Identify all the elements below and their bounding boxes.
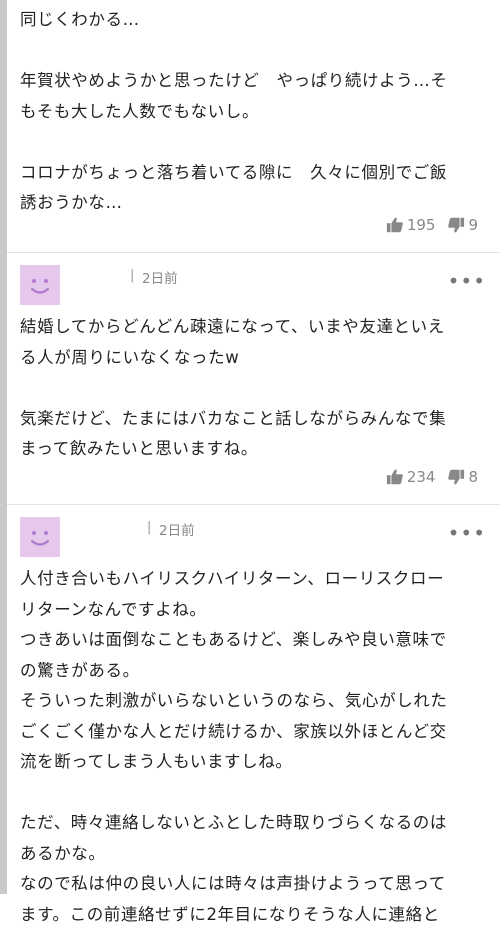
comment-1-body: 同じくわかる… 年賀状やめようかと思ったけど やっぱり続けよう…そ もそも大した… bbox=[20, 5, 492, 219]
avatar[interactable] bbox=[20, 517, 60, 557]
comment-line: 年賀状やめようかと思ったけど やっぱり続けよう…そ bbox=[20, 66, 492, 97]
comment-2-body: 結婚してからどんどん疎遠になって、いまや友達といえ る人が周りにいなくなったw … bbox=[20, 312, 492, 465]
like-button[interactable]: 195 bbox=[386, 216, 436, 234]
comment-line: の驚きがある。 bbox=[20, 656, 492, 687]
comment-line: コロナがちょっと落ち着いてる隙に 久々に個別でご飯 bbox=[20, 158, 492, 189]
thumbs-down-icon bbox=[447, 216, 465, 234]
comment-line: つきあいは面倒なこともあるけど、楽しみや良い意味で bbox=[20, 625, 492, 656]
comment-line: 人付き合いもハイリスクハイリターン、ローリスクロー bbox=[20, 564, 492, 595]
timestamp: 2日前 bbox=[142, 267, 178, 287]
timestamp: 2日前 bbox=[159, 519, 195, 539]
comment-line: あるかな。 bbox=[20, 839, 492, 870]
comment-meta: | 2日前 ••• bbox=[20, 517, 486, 557]
more-icon[interactable]: ••• bbox=[448, 269, 486, 293]
dislike-button[interactable]: 9 bbox=[447, 216, 478, 234]
thread-rail bbox=[0, 0, 7, 894]
comment-line: まって飲みたいと思いますね。 bbox=[20, 434, 492, 465]
comment-line: る人が周りにいなくなったw bbox=[20, 343, 492, 374]
comment-line: そういった刺激がいらないというのなら、気心がしれた bbox=[20, 686, 492, 717]
comment-line: もそも大した人数でもないし。 bbox=[20, 97, 492, 128]
comment-line: ただ、時々連絡しないとふとした時取りづらくなるのは bbox=[20, 808, 492, 839]
comment-line: 流を断ってしまう人もいますしね。 bbox=[20, 747, 492, 778]
like-button[interactable]: 234 bbox=[386, 468, 436, 486]
thumbs-down-icon bbox=[447, 468, 465, 486]
comment-3: | 2日前 ••• 人付き合いもハイリスクハイリターン、ローリスクロー リターン… bbox=[7, 505, 500, 894]
like-count: 195 bbox=[407, 216, 436, 234]
comment-feed: 同じくわかる… 年賀状やめようかと思ったけど やっぱり続けよう…そ もそも大した… bbox=[0, 0, 500, 894]
comment-line: なので私は仲の良い人には時々は声掛けようって思って bbox=[20, 869, 492, 900]
comment-line: 結婚してからどんどん疎遠になって、いまや友達といえ bbox=[20, 312, 492, 343]
meta-separator: | bbox=[130, 268, 134, 283]
comment-line: 同じくわかる… bbox=[20, 5, 492, 36]
more-icon[interactable]: ••• bbox=[448, 521, 486, 545]
comment-1: 同じくわかる… 年賀状やめようかと思ったけど やっぱり続けよう…そ もそも大した… bbox=[7, 0, 500, 252]
avatar[interactable] bbox=[20, 265, 60, 305]
comment-line: 気楽だけど、たまにはバカなこと話しながらみんなで集 bbox=[20, 404, 492, 435]
dislike-count: 8 bbox=[468, 468, 478, 486]
reaction-bar: 195 9 bbox=[386, 213, 478, 237]
meta-separator: | bbox=[147, 520, 151, 535]
comment-line: ます。この前連絡せずに2年目になりそうな人に連絡と bbox=[20, 900, 492, 930]
thumbs-up-icon bbox=[386, 468, 404, 486]
comment-2: | 2日前 ••• 結婚してからどんどん疎遠になって、いまや友達といえ る人が周… bbox=[7, 253, 500, 503]
like-count: 234 bbox=[407, 468, 436, 486]
reaction-bar: 234 8 bbox=[386, 465, 478, 489]
comment-line: ごくごく僅かな人とだけ続けるか、家族以外ほとんど交 bbox=[20, 717, 492, 748]
comment-meta: | 2日前 ••• bbox=[20, 265, 486, 305]
comment-3-body: 人付き合いもハイリスクハイリターン、ローリスクロー リターンなんですよね。 つき… bbox=[20, 564, 492, 930]
dislike-count: 9 bbox=[468, 216, 478, 234]
dislike-button[interactable]: 8 bbox=[447, 468, 478, 486]
thumbs-up-icon bbox=[386, 216, 404, 234]
comment-line: リターンなんですよね。 bbox=[20, 595, 492, 626]
